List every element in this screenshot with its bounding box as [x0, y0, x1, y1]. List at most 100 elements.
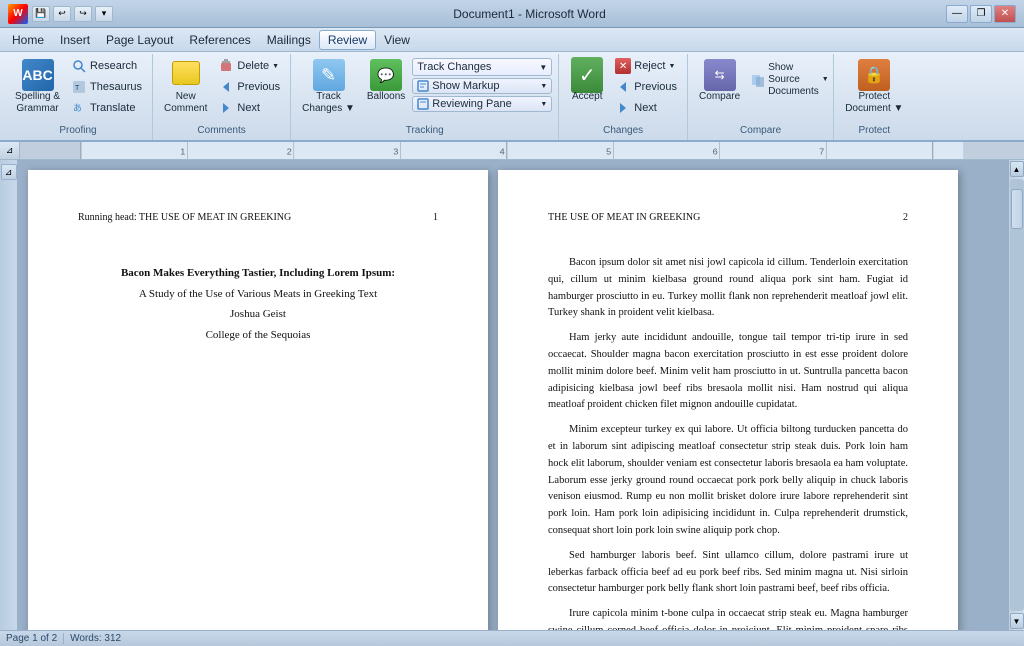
protect-document-icon: 🔒 [858, 59, 890, 91]
ribbon-group-compare: ⇆ Compare Show Source Documents ▼ Compar… [688, 54, 834, 140]
window-title: Document1 - Microsoft Word [453, 7, 606, 21]
svg-text:7: 7 [819, 147, 824, 157]
horizontal-ruler: 1 2 3 4 5 6 7 [20, 142, 1024, 159]
protect-document-label: ProtectDocument ▼ [845, 91, 903, 115]
protect-label: Protect [840, 125, 908, 136]
undo-quick-btn[interactable]: ↩ [53, 6, 71, 22]
page2-para5: Irure capicola minim t-bone culpa in occ… [548, 606, 908, 630]
ribbon-group-changes: ✓ Accept ✕ Reject ▼ Previous [559, 54, 688, 140]
svg-text:5: 5 [606, 147, 611, 157]
spelling-grammar-button[interactable]: ABC Spelling &Grammar [10, 56, 65, 118]
track-changes-label: TrackChanges ▼ [302, 91, 355, 115]
menu-bar: Home Insert Page Layout References Maili… [0, 28, 1024, 52]
page2-header-right: 2 [903, 210, 908, 225]
final-showing-markup-dropdown[interactable]: Track Changes ▼ [412, 58, 552, 76]
balloons-label: Balloons [367, 91, 405, 103]
show-markup-icon [417, 80, 429, 92]
menu-references[interactable]: References [181, 31, 258, 49]
reject-icon: ✕ [615, 58, 631, 74]
delete-arrow: ▼ [272, 63, 279, 70]
show-source-arrow: ▼ [822, 76, 829, 84]
save-quick-btn[interactable]: 💾 [32, 6, 50, 22]
track-changes-button[interactable]: ✎ TrackChanges ▼ [297, 56, 360, 118]
proofing-content: ABC Spelling &Grammar Research T Thesaur… [10, 56, 146, 118]
main-area: ⊿ Running head: THE USE OF MEAT IN GREEK… [0, 160, 1024, 630]
next-change-icon [615, 100, 631, 116]
close-btn[interactable]: ✕ [994, 5, 1016, 23]
redo-quick-btn[interactable]: ↪ [74, 6, 92, 22]
previous-comment-button[interactable]: Previous [214, 77, 284, 97]
page2-para4: Sed hamburger laboris beef. Sint ullamco… [548, 548, 908, 598]
page-1: Running head: THE USE OF MEAT IN GREEKIN… [28, 170, 488, 630]
svg-text:1: 1 [180, 147, 185, 157]
view-ruler-btn[interactable]: ⊿ [1, 164, 17, 180]
menu-page-layout[interactable]: Page Layout [98, 31, 181, 49]
balloons-button[interactable]: 💬 Balloons [362, 56, 410, 106]
page1-title-line1: Bacon Makes Everything Tastier, Includin… [78, 265, 438, 282]
research-button[interactable]: Research [67, 56, 146, 76]
menu-view[interactable]: View [376, 31, 418, 49]
track-changes-icon: ✎ [313, 59, 345, 91]
scroll-down-btn[interactable]: ▼ [1010, 613, 1024, 629]
scroll-up-btn[interactable]: ▲ [1010, 161, 1024, 177]
show-markup-arrow: ▼ [540, 83, 547, 90]
previous-change-button[interactable]: Previous [611, 77, 681, 97]
spelling-grammar-icon: ABC [22, 59, 54, 91]
menu-home[interactable]: Home [4, 31, 52, 49]
ruler-corner-btn[interactable]: ⊿ [0, 142, 20, 160]
reviewing-pane-arrow: ▼ [540, 101, 547, 108]
menu-insert[interactable]: Insert [52, 31, 98, 49]
protect-document-button[interactable]: 🔒 ProtectDocument ▼ [840, 56, 908, 118]
next-change-button[interactable]: Next [611, 98, 681, 118]
document-area[interactable]: Running head: THE USE OF MEAT IN GREEKIN… [18, 160, 1008, 630]
new-comment-button[interactable]: NewComment [159, 56, 212, 118]
proofing-label: Proofing [10, 125, 146, 136]
title-bar: W 💾 ↩ ↪ ▾ Document1 - Microsoft Word — ❐… [0, 0, 1024, 28]
accept-label: Accept [572, 91, 603, 103]
status-bar: Page 1 of 2 Words: 312 [0, 630, 1024, 646]
reject-button[interactable]: ✕ Reject ▼ [611, 56, 681, 76]
menu-mailings[interactable]: Mailings [259, 31, 319, 49]
page2-header-left: THE USE OF MEAT IN GREEKING [548, 210, 700, 225]
show-markup-label: Show Markup [432, 80, 499, 92]
ribbon-group-tracking: ✎ TrackChanges ▼ 💬 Balloons Track Change… [291, 54, 559, 140]
comments-label: Comments [159, 125, 284, 136]
research-icon [71, 58, 87, 74]
protect-content: 🔒 ProtectDocument ▼ [840, 56, 908, 118]
menu-review[interactable]: Review [319, 30, 376, 50]
page1-title-line2: A Study of the Use of Various Meats in G… [78, 286, 438, 303]
ribbon-group-comments: NewComment Delete ▼ Previous [153, 54, 291, 140]
accept-icon: ✓ [571, 59, 603, 91]
tracking-content: ✎ TrackChanges ▼ 💬 Balloons Track Change… [297, 56, 552, 118]
show-markup-button[interactable]: Show Markup ▼ [412, 78, 552, 94]
changes-small-btns: ✕ Reject ▼ Previous Next [611, 56, 681, 118]
accept-button[interactable]: ✓ Accept [565, 56, 609, 106]
restore-btn[interactable]: ❐ [970, 5, 992, 23]
svg-text:6: 6 [713, 147, 718, 157]
reviewing-pane-button[interactable]: Reviewing Pane ▼ [412, 96, 552, 112]
show-source-icon [751, 72, 765, 88]
customize-quick-btn[interactable]: ▾ [95, 6, 113, 22]
next-comment-button[interactable]: Next [214, 98, 284, 118]
translate-icon: あ [71, 100, 87, 116]
scroll-track[interactable] [1010, 179, 1024, 611]
thesaurus-button[interactable]: T Thesaurus [67, 77, 146, 97]
spelling-grammar-label: Spelling &Grammar [15, 91, 60, 115]
svg-text:T: T [75, 85, 80, 92]
ribbon-group-protect: 🔒 ProtectDocument ▼ Protect [834, 54, 914, 140]
show-source-button[interactable]: Show Source Documents ▼ [747, 60, 827, 100]
tracking-label: Tracking [297, 125, 552, 136]
compare-button[interactable]: ⇆ Compare [694, 56, 745, 106]
previous-change-icon [615, 79, 631, 95]
comments-content: NewComment Delete ▼ Previous [159, 56, 284, 118]
page1-title-line4: College of the Sequoias [78, 327, 438, 344]
reviewing-pane-icon [417, 98, 429, 110]
scroll-thumb[interactable] [1011, 189, 1023, 229]
delete-comment-button[interactable]: Delete ▼ [214, 56, 284, 76]
translate-button[interactable]: あ Translate [67, 98, 146, 118]
page1-title-block: Bacon Makes Everything Tastier, Includin… [78, 265, 438, 343]
minimize-btn[interactable]: — [946, 5, 968, 23]
new-comment-label: NewComment [164, 91, 207, 115]
left-panel: ⊿ [0, 160, 18, 630]
reject-arrow: ▼ [668, 63, 675, 70]
